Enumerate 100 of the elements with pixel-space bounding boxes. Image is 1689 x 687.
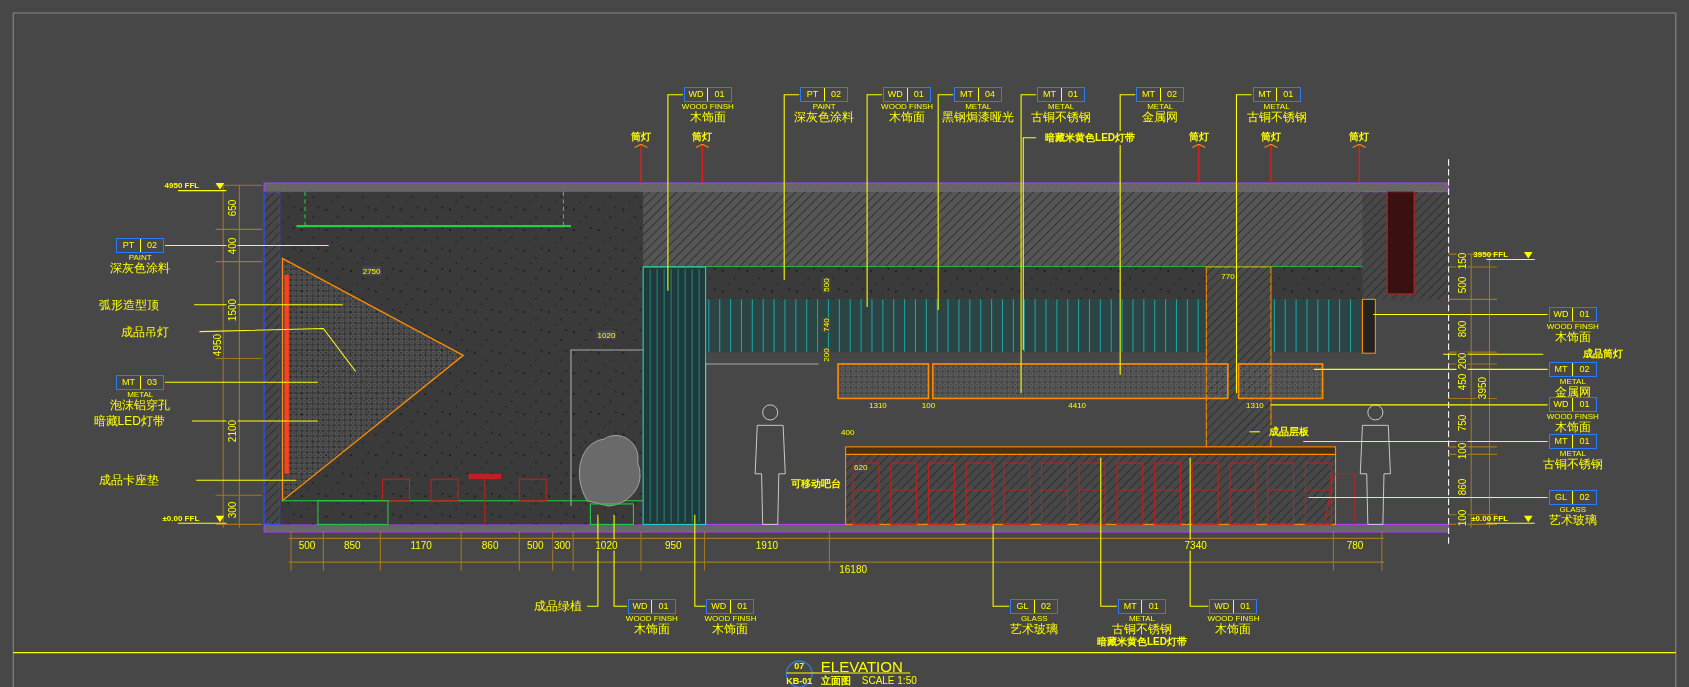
- material-name: 金属网: [1554, 385, 1591, 399]
- material-number: 01: [713, 88, 726, 102]
- material-number: 01: [912, 88, 925, 102]
- material-name: 木饰面: [633, 622, 670, 636]
- dimension-label: 1310: [868, 400, 888, 410]
- dimension-label: 620: [853, 463, 869, 472]
- material-code: WD: [684, 88, 709, 102]
- annotation-label: 暗藏米黄色LED灯带: [1045, 130, 1136, 145]
- dimension-label: 400: [840, 427, 856, 437]
- dimension-label: 1500: [226, 298, 238, 323]
- material-code: MT: [117, 375, 141, 389]
- material-code: MT: [1137, 88, 1161, 102]
- dimension-label: 800: [1456, 319, 1468, 338]
- material-number: 01: [1578, 398, 1591, 412]
- material-name: 艺术玻璃: [1548, 514, 1597, 528]
- dimension-label: 2750: [361, 266, 382, 276]
- material-name: 木饰面: [889, 111, 926, 125]
- material-name: 深灰色涂料: [110, 262, 171, 276]
- dimension-label: 750: [1456, 413, 1468, 433]
- leader-line: [1248, 431, 1261, 433]
- material-number: 02: [1166, 88, 1178, 102]
- callout-label: 弧形造型顶: [99, 297, 160, 312]
- annotation-label: 筒灯: [1349, 129, 1370, 144]
- scale-label: SCALE 1:50: [861, 676, 917, 687]
- material-category: WOOD FINSH: [681, 102, 734, 112]
- material-code: PT: [117, 239, 141, 253]
- material-category: GLASS: [1020, 613, 1048, 623]
- material-category: WOOD FINSH: [625, 613, 678, 623]
- dimension-label: 100: [920, 400, 937, 410]
- material-category: WOOD FINSH: [704, 613, 757, 623]
- dimension-label: 300: [226, 500, 238, 519]
- material-category: GLASS: [1559, 505, 1587, 515]
- level-label: 3950 FFL: [1473, 249, 1509, 259]
- dimension-label: 7340: [1183, 539, 1208, 551]
- material-category: WOOD FINSH: [1546, 412, 1599, 422]
- material-name: 木饰面: [1554, 331, 1591, 344]
- annotation-label: 筒灯: [1261, 129, 1282, 144]
- material-code: GL: [1011, 599, 1035, 613]
- dimension-label: 860: [480, 539, 500, 551]
- material-number: 01: [736, 599, 749, 613]
- annotation-label: 筒灯: [692, 129, 713, 144]
- material-number: 04: [983, 88, 996, 102]
- material-number: 03: [145, 375, 158, 389]
- material-number: 01: [1282, 88, 1295, 102]
- dimension-label: 860: [1456, 477, 1468, 497]
- material-category: METAL: [1263, 102, 1290, 112]
- callout-label: 成品筒灯: [1583, 347, 1624, 362]
- dimension-label: 500: [1456, 276, 1468, 295]
- dimension-label: 1170: [409, 539, 433, 551]
- material-code: MT: [1253, 88, 1278, 102]
- dimension-label: 650: [226, 198, 238, 218]
- material-number: 02: [1039, 599, 1052, 613]
- material-category: PAINT: [812, 102, 836, 112]
- material-code: MT: [1118, 599, 1143, 613]
- drawing-title: ELEVATION: [820, 659, 903, 676]
- dimension-label: 100: [1456, 442, 1468, 461]
- material-name: 木饰面: [689, 111, 726, 125]
- material-code: WD: [1210, 599, 1234, 613]
- dimension-label: 500: [821, 277, 831, 294]
- dimension-label: 500: [297, 539, 317, 551]
- material-name: 古铜不锈钢: [1542, 458, 1603, 472]
- material-category: PAINT: [128, 253, 152, 263]
- level-label: ±0.00 FFL: [1471, 513, 1509, 523]
- material-code: GL: [1549, 491, 1574, 505]
- dimension-label: 100: [1456, 508, 1468, 528]
- material-category: METAL: [1147, 102, 1174, 112]
- level-label: ±0.00 FFL: [162, 513, 200, 523]
- material-name: 艺术玻璃: [1010, 622, 1059, 636]
- material-code: WD: [707, 599, 731, 613]
- material-category: METAL: [1559, 449, 1586, 459]
- material-name: 深灰色涂料: [794, 111, 855, 125]
- material-code: MT: [1549, 362, 1574, 376]
- annotation-label: 筒灯: [630, 129, 651, 144]
- material-category: WOOD FINSH: [1546, 322, 1599, 331]
- material-number: 01: [1578, 435, 1591, 449]
- dimension-label: 500: [526, 539, 545, 551]
- material-number: 02: [145, 239, 158, 253]
- material-name: 木饰面: [1215, 622, 1252, 636]
- material-number: 02: [1578, 362, 1591, 376]
- dimension-label: 1310: [1245, 400, 1265, 410]
- dimension-label: 16180: [838, 563, 868, 575]
- material-code: MT: [1038, 88, 1062, 102]
- material-code: WD: [628, 599, 653, 613]
- material-number: 02: [1578, 491, 1591, 505]
- material-category: METAL: [1128, 613, 1155, 623]
- material-category: METAL: [1559, 376, 1586, 386]
- material-name: 泡沫铝穿孔: [110, 398, 171, 412]
- material-code: MT: [1549, 435, 1574, 449]
- dimension-label: 740: [821, 317, 831, 333]
- dimension-label: 200: [1456, 351, 1468, 371]
- material-name: 古铜不锈钢: [1246, 111, 1307, 125]
- material-name: 金属网: [1142, 111, 1179, 125]
- material-number: 01: [1066, 88, 1079, 102]
- drawing-subtitle: 立面图: [820, 676, 851, 687]
- material-code: WD: [1549, 308, 1574, 321]
- dimension-label: 4410: [1067, 400, 1088, 410]
- level-label: 4950 FFL: [164, 180, 200, 190]
- material-category: METAL: [1048, 102, 1075, 112]
- callout-label: 成品吊灯: [121, 324, 170, 339]
- dimension-label: 1020: [594, 539, 619, 551]
